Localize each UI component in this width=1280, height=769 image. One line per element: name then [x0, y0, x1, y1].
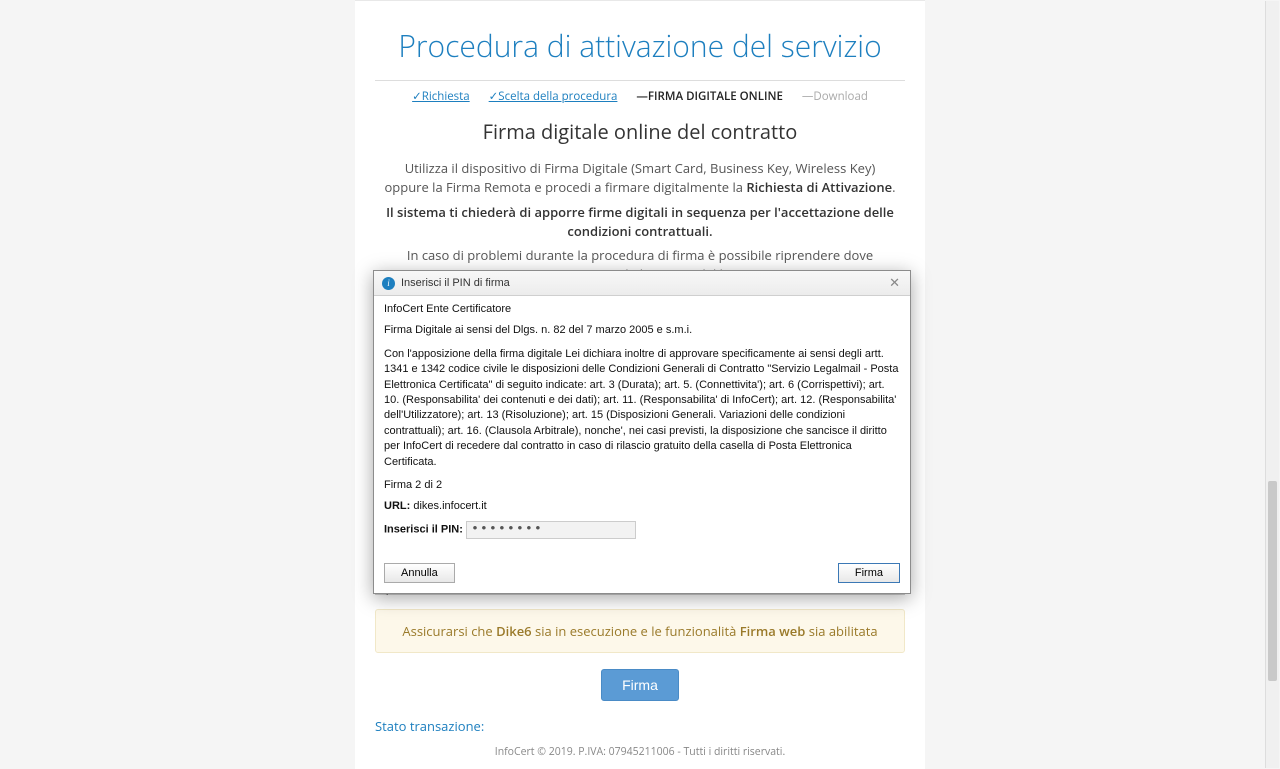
dialog-pin-row: Inserisci il PIN: [384, 521, 900, 539]
dialog-cancel-button[interactable]: Annulla [384, 563, 455, 583]
pin-label: Inserisci il PIN: [384, 523, 463, 535]
footer-text: InfoCert © 2019. P.IVA: 07945211006 - Tu… [375, 745, 905, 759]
dialog-url: URL: dikes.infocert.it [384, 499, 900, 514]
close-icon[interactable]: ✕ [887, 275, 902, 291]
step-scelta[interactable]: ✓Scelta della procedura [489, 89, 618, 104]
pin-input[interactable] [466, 521, 636, 539]
dialog-progress: Firma 2 di 2 [384, 478, 900, 493]
divider [375, 80, 905, 81]
page-title: Procedura di attivazione del servizio [375, 19, 905, 80]
scrollbar-thumb[interactable] [1268, 481, 1277, 681]
transaction-status-label: Stato transazione: [375, 717, 905, 735]
intro-paragraph-2: Il sistema ti chiederà di apporre firme … [383, 203, 897, 241]
intro-paragraph-1: Utilizza il dispositivo di Firma Digital… [383, 159, 897, 197]
page-scrollbar[interactable] [1265, 1, 1279, 768]
sub-heading: Firma digitale online del contratto [375, 118, 905, 145]
dialog-clause: Con l'apposizione della firma digitale L… [384, 347, 900, 470]
dialog-ente: InfoCert Ente Certificatore [384, 302, 900, 317]
step-download: —Download [802, 89, 868, 104]
pin-dialog: i Inserisci il PIN di firma ✕ InfoCert E… [373, 270, 911, 594]
info-icon: i [382, 277, 395, 290]
step-richiesta[interactable]: ✓Richiesta [412, 89, 470, 104]
step-firma-online: —FIRMA DIGITALE ONLINE [636, 89, 782, 104]
dialog-titlebar[interactable]: i Inserisci il PIN di firma ✕ [374, 271, 910, 296]
step-breadcrumbs: ✓Richiesta ✓Scelta della procedura —FIRM… [375, 89, 905, 104]
firma-button[interactable]: Firma [601, 669, 679, 701]
dialog-title: Inserisci il PIN di firma [401, 277, 510, 289]
dialog-firma-button[interactable]: Firma [838, 563, 900, 583]
dialog-law: Firma Digitale ai sensi del Dlgs. n. 82 … [384, 323, 900, 338]
dialog-content: InfoCert Ente Certificatore Firma Digita… [374, 296, 910, 555]
warning-alert: Assicurarsi che Dike6 sia in esecuzione … [375, 609, 905, 653]
